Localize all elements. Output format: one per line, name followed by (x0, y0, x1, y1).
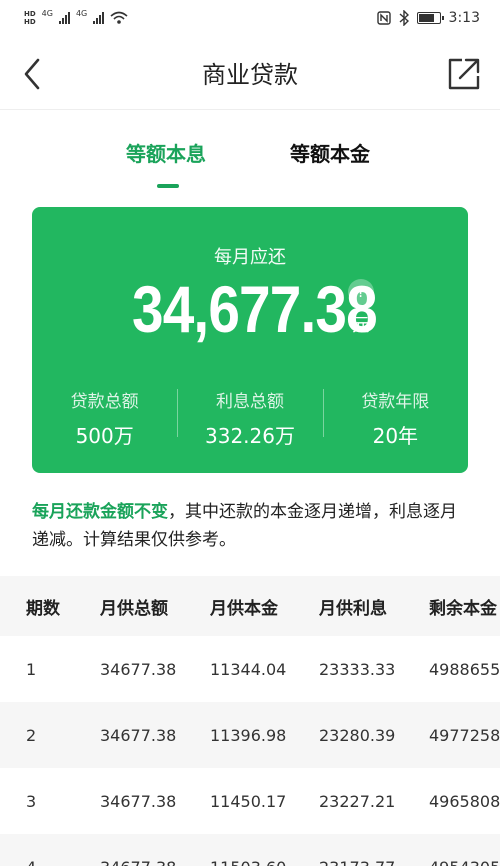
network-type-2: 4G (75, 9, 88, 18)
cell-period: 1 (26, 659, 37, 679)
stat-label: 贷款总额 (70, 392, 139, 412)
cell-monthly-total: 34677.38 (100, 659, 177, 679)
nfc-icon (376, 11, 391, 25)
header-remaining-principal: 剩余本金 (429, 598, 497, 619)
cell-period: 2 (26, 725, 37, 745)
status-right: 3:13 (376, 10, 480, 26)
loan-stats: 贷款总额 500万 利息总额 332.26万 贷款年限 20年 (32, 387, 468, 449)
cell-monthly-interest: 23227.21 (319, 791, 396, 811)
table-row: 2 34677.38 11396.98 23280.39 4977258.98 (0, 702, 500, 768)
battery-icon (416, 12, 444, 24)
bluetooth-icon (399, 10, 409, 26)
stat-value: 20年 (372, 424, 419, 448)
network-type-1: 4G (41, 9, 53, 18)
nav-bar: 商业贷款 (0, 36, 500, 110)
stat-loan-years: 贷款年限 20年 (322, 387, 468, 449)
cell-monthly-total: 34677.38 (100, 858, 210, 866)
page-title: 商业贷款 (202, 61, 298, 89)
tab-equal-installment[interactable]: 等额本息 (126, 138, 206, 167)
cell-monthly-total: 34677.38 (100, 725, 177, 745)
cell-monthly-interest: 23173.77 (319, 858, 429, 866)
header-monthly-interest: 月供利息 (319, 598, 387, 619)
cell-monthly-interest: 23333.33 (319, 659, 396, 679)
cell-monthly-principal: 11450.17 (210, 791, 287, 811)
table-row: 4 34677.38 11503.60 23173.77 4954305.21 (0, 834, 500, 866)
stat-value: 332.26万 (205, 424, 295, 448)
status-bar: HD HD 4G 4G 3:13 (0, 0, 500, 36)
header-monthly-principal: 月供本金 (210, 598, 278, 619)
summary-card: 每月应还 34,677.38 ? 元 贷款总额 500万 利息总额 332.26… (32, 207, 468, 473)
cell-remaining-principal: 4988655.96 (429, 659, 500, 679)
stat-label: 贷款年限 (361, 392, 430, 412)
tab-equal-principal[interactable]: 等额本金 (290, 138, 370, 167)
table-header: 期数 月供总额 月供本金 月供利息 剩余本金 (0, 576, 500, 636)
back-button[interactable] (18, 56, 48, 92)
header-monthly-total: 月供总额 (100, 598, 168, 619)
table-row: 1 34677.38 11344.04 23333.33 4988655.96 (0, 636, 500, 702)
tab-indicator (157, 184, 179, 188)
hd-indicator: HD HD (24, 10, 36, 26)
signal-icon (58, 12, 70, 24)
cell-remaining-principal: 4954305.21 (429, 858, 500, 866)
help-icon[interactable]: ? (348, 279, 374, 305)
stat-loan-total: 贷款总额 500万 (32, 387, 177, 449)
stat-value: 500万 (75, 424, 134, 448)
monthly-payment-label: 每月应还 (214, 247, 286, 268)
cell-period: 3 (26, 791, 37, 811)
cell-period: 4 (0, 858, 100, 866)
status-left: HD HD 4G 4G (24, 10, 128, 26)
stat-label: 利息总额 (215, 392, 284, 412)
cell-monthly-principal: 11396.98 (210, 725, 287, 745)
signal-icon-2 (93, 12, 105, 24)
repayment-note: 每月还款金额不变，其中还款的本金逐月递增，利息逐月递减。计算结果仅供参考。 (32, 498, 472, 554)
repayment-tabs: 等额本息 等额本金 (0, 130, 500, 190)
wifi-icon (110, 11, 128, 24)
cell-monthly-total: 34677.38 (100, 791, 177, 811)
cell-monthly-principal: 11344.04 (210, 659, 287, 679)
note-highlight: 每月还款金额不变 (32, 502, 168, 522)
hd-label-2: HD (24, 18, 36, 26)
header-period: 期数 (26, 598, 60, 619)
cell-remaining-principal: 4977258.98 (429, 725, 500, 745)
hd-label-1: HD (24, 10, 36, 18)
monthly-payment-amount: 34,677.38 (132, 272, 378, 346)
stat-interest-total: 利息总额 332.26万 (177, 387, 322, 449)
repayment-table: 期数 月供总额 月供本金 月供利息 剩余本金 1 34677.38 11344.… (0, 576, 500, 866)
cell-monthly-principal: 11503.60 (210, 858, 319, 866)
currency-unit: 元 (352, 315, 370, 336)
status-time: 3:13 (448, 10, 480, 26)
share-button[interactable] (446, 56, 482, 92)
battery-fill (418, 14, 434, 22)
cell-remaining-principal: 4965808.81 (429, 791, 500, 811)
table-row: 3 34677.38 11450.17 23227.21 4965808.81 (0, 768, 500, 834)
cell-monthly-interest: 23280.39 (319, 725, 396, 745)
